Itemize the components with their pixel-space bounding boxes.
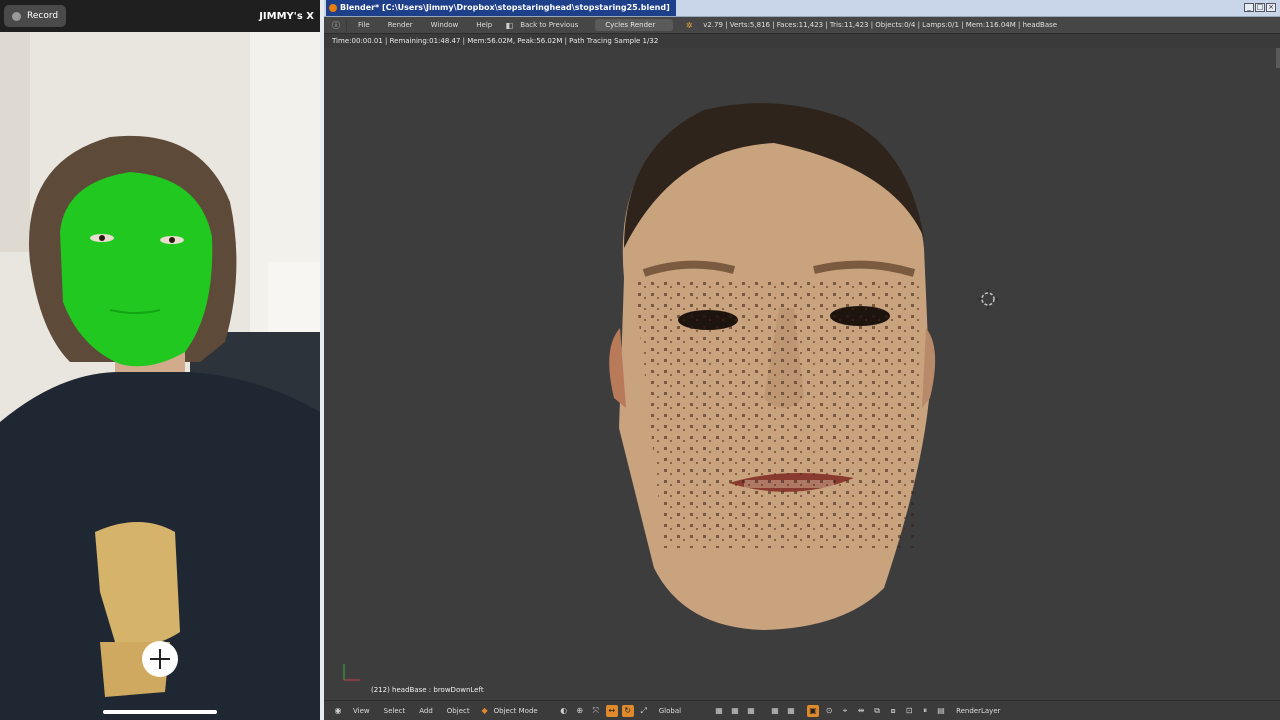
home-indicator[interactable] <box>103 710 217 714</box>
snap-target-icon[interactable]: ⇹ <box>855 705 867 717</box>
close-icon[interactable]: × <box>1266 3 1276 12</box>
menu-render[interactable]: Render <box>379 21 422 29</box>
info-header: ⓘ File Render Window Help ◧ Back to Prev… <box>324 17 1280 34</box>
plus-icon <box>150 649 170 669</box>
rendered-head <box>343 103 998 681</box>
copy-icon[interactable]: ⧉ <box>871 705 883 717</box>
phone-camera-panel: Record JIMMY's X <box>0 0 320 720</box>
maximize-icon[interactable]: □ <box>1255 3 1265 12</box>
blender-logo-icon <box>329 4 337 12</box>
phone-top-bar: Record JIMMY's X <box>0 0 320 32</box>
manipulator-icon[interactable]: ⤧ <box>590 705 602 717</box>
viewport-scrollbar[interactable] <box>1276 48 1280 68</box>
menu-view[interactable]: View <box>346 707 377 715</box>
back-to-previous-button[interactable]: Back to Previous <box>517 21 587 29</box>
render-engine-select[interactable]: Cycles Render <box>595 19 674 31</box>
3d-viewport[interactable]: (212) headBase : browDownLeft <box>324 48 1280 700</box>
add-button[interactable] <box>142 641 178 677</box>
rotate-icon[interactable]: ↻ <box>621 704 634 717</box>
viewport-header: ◉ View Select Add Object ◆ Object Mode ◐… <box>324 700 1280 720</box>
3d-cursor-icon[interactable] <box>978 289 998 309</box>
object-mode-select[interactable]: Object Mode <box>493 707 556 715</box>
window-titlebar: Blender* [C:\Users\Jimmy\Dropbox\stopsta… <box>324 0 1280 17</box>
record-label: Record <box>27 11 59 21</box>
viewport-status: (212) headBase : browDownLeft <box>371 686 484 694</box>
camera-feed <box>0 32 320 720</box>
window-title-wrap: Blender* [C:\Users\Jimmy\Dropbox\stopsta… <box>326 0 676 16</box>
viewport-shading-icon[interactable]: ◐ <box>558 705 570 717</box>
layers3-icon[interactable]: ▦ <box>745 705 757 717</box>
pivot-point-icon[interactable]: ⊕ <box>574 705 586 717</box>
record-icon <box>12 11 21 21</box>
snap-icon[interactable]: ⊙ <box>823 705 835 717</box>
object-mode-icon: ◆ <box>481 706 488 715</box>
layers2-icon[interactable]: ▦ <box>729 705 741 717</box>
proportional-icon[interactable]: ⌖ <box>839 705 851 717</box>
translate-icon[interactable]: ↔ <box>605 704 618 717</box>
blender-window: Blender* [C:\Users\Jimmy\Dropbox\stopsta… <box>324 0 1280 720</box>
axis-gizmo-icon <box>343 664 360 681</box>
render-layer-icon[interactable]: ▤ <box>935 705 947 717</box>
back-icon: ◧ <box>505 20 513 30</box>
layers4-icon[interactable]: ▦ <box>769 705 781 717</box>
app-title: JIMMY's X <box>259 10 314 22</box>
render-info: Time:00:00.01 | Remaining:01:48.47 | Mem… <box>324 34 1280 48</box>
minimize-icon[interactable]: _ <box>1244 3 1254 12</box>
window-title: Blender* [C:\Users\Jimmy\Dropbox\stopsta… <box>340 3 670 12</box>
editor-type-icon[interactable]: ◉ <box>332 705 344 717</box>
scale-icon[interactable]: ⤢ <box>638 705 650 717</box>
scene-stats: v2.79 | Verts:5,816 | Faces:11,423 | Tri… <box>703 21 1058 29</box>
render-layer-select[interactable]: RenderLayer <box>949 707 1007 715</box>
menu-select[interactable]: Select <box>377 707 413 715</box>
menu-help[interactable]: Help <box>467 21 501 29</box>
menu-add[interactable]: Add <box>412 707 440 715</box>
menu-file[interactable]: File <box>349 21 379 29</box>
menu-window[interactable]: Window <box>422 21 468 29</box>
info-editor-icon[interactable]: ⓘ <box>330 19 342 31</box>
screen: Record JIMMY's X Blender* [C:\Users\Jimm… <box>0 0 1280 720</box>
layers5-icon[interactable]: ▦ <box>785 705 797 717</box>
render-icon[interactable]: ⊡ <box>903 705 915 717</box>
layers-icon[interactable]: ▦ <box>713 705 725 717</box>
lock-layer-icon[interactable]: ▣ <box>807 704 820 717</box>
separator <box>346 19 347 31</box>
paste-icon[interactable]: ⧇ <box>887 705 899 717</box>
menu-object[interactable]: Object <box>440 707 477 715</box>
pause-icon[interactable]: ⏸ <box>919 705 931 717</box>
record-button[interactable]: Record <box>4 5 67 27</box>
blender-version-icon: ✲ <box>685 20 693 30</box>
transform-orientation-select[interactable]: Global <box>652 707 711 715</box>
